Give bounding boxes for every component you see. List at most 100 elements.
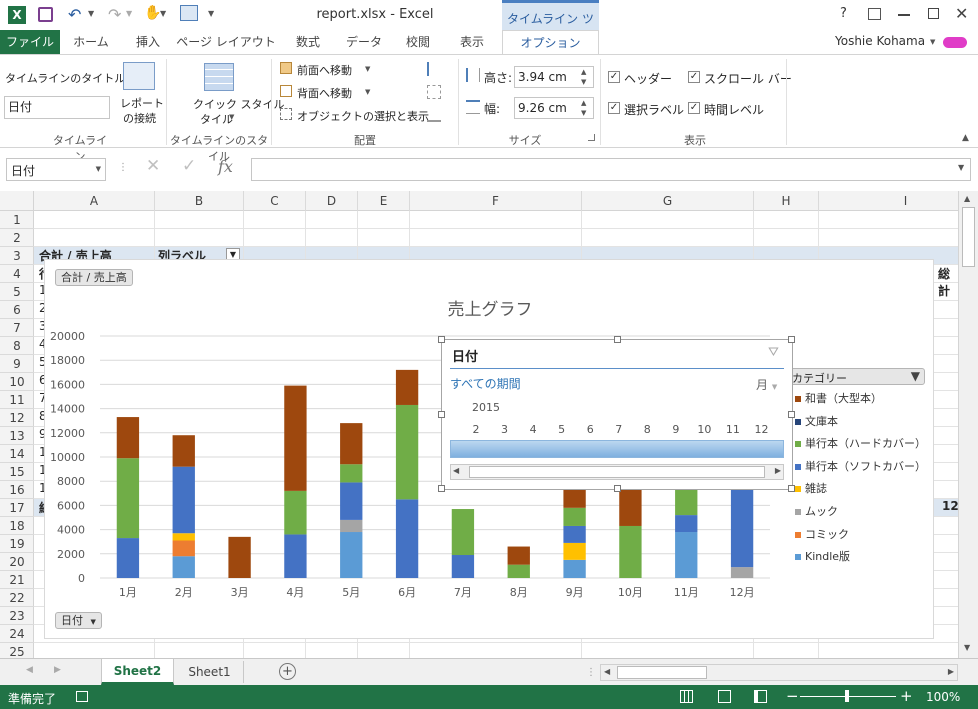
macro-record-icon[interactable] [76, 691, 88, 702]
row-header-20[interactable]: 20 [0, 553, 34, 571]
bring-forward-dropdown-icon[interactable]: ▼ [365, 65, 370, 73]
select-all-corner[interactable] [0, 191, 34, 211]
column-header-h[interactable]: H [754, 191, 819, 211]
resize-handle[interactable] [788, 411, 795, 418]
timeline-month-label[interactable]: 3 [491, 423, 519, 436]
bring-forward-icon[interactable] [280, 62, 292, 74]
row-header-9[interactable]: 9 [0, 355, 34, 373]
row-header-15[interactable]: 15 [0, 463, 34, 481]
tab-file[interactable]: ファイル [0, 30, 60, 54]
horizontal-scrollbar[interactable]: ◀ ▶ [600, 664, 958, 681]
save-icon[interactable] [38, 7, 53, 22]
customize-qat-icon[interactable] [180, 5, 198, 21]
prev-sheet-icon[interactable]: ◀ [26, 665, 33, 675]
tab-formulas[interactable]: 数式 [280, 30, 336, 54]
sheet-tab-sheet2[interactable]: Sheet2 [101, 659, 174, 685]
zoom-in-button[interactable]: + [900, 687, 913, 705]
tab-options[interactable]: オプション [502, 30, 599, 55]
timeline-month-label[interactable]: 10 [690, 423, 718, 436]
resize-handle[interactable] [788, 336, 795, 343]
send-backward-icon[interactable] [280, 85, 292, 97]
enter-icon[interactable]: ✓ [182, 156, 196, 176]
timeline-month-label[interactable]: 7 [605, 423, 633, 436]
resize-handle[interactable] [438, 411, 445, 418]
resize-handle[interactable] [438, 336, 445, 343]
timeline-month-label[interactable]: 9 [662, 423, 690, 436]
header-checkbox[interactable]: ✓ [608, 71, 620, 83]
row-header-16[interactable]: 16 [0, 481, 34, 499]
column-header-d[interactable]: D [306, 191, 358, 211]
scrollbar-checkbox-label[interactable]: スクロール バー [704, 70, 792, 87]
page-break-view-icon[interactable] [754, 690, 767, 703]
name-box[interactable]: 日付 ▼ [6, 158, 106, 181]
timeline-scrollbar[interactable]: ◀ ▶ [450, 464, 784, 480]
row-header-24[interactable]: 24 [0, 625, 34, 643]
column-header-b[interactable]: B [155, 191, 244, 211]
height-spinner-icon[interactable]: ▲ ▼ [581, 67, 586, 87]
minimize-button[interactable] [898, 14, 910, 16]
normal-view-icon[interactable] [680, 690, 693, 703]
user-dropdown-icon[interactable]: ▼ [930, 38, 935, 46]
column-header-f[interactable]: F [410, 191, 582, 211]
undo-icon[interactable]: ↶ [68, 5, 81, 24]
scroll-right-icon[interactable]: ▶ [775, 466, 781, 475]
rotate-icon[interactable] [427, 108, 441, 122]
row-header-23[interactable]: 23 [0, 607, 34, 625]
timeline-month-label[interactable]: 2 [462, 423, 490, 436]
sheet-tab-sheet1[interactable]: Sheet1 [176, 661, 244, 683]
tab-insert[interactable]: 挿入 [122, 30, 174, 54]
size-dialog-launcher-icon[interactable] [588, 134, 595, 141]
row-header-22[interactable]: 22 [0, 589, 34, 607]
help-button[interactable]: ? [840, 6, 847, 21]
row-header-14[interactable]: 14 [0, 445, 34, 463]
cell-j17[interactable]: 12 [942, 499, 958, 513]
row-header-19[interactable]: 19 [0, 535, 34, 553]
ribbon-display-icon[interactable] [868, 8, 881, 20]
row-header-1[interactable]: 1 [0, 211, 34, 229]
row-header-12[interactable]: 12 [0, 409, 34, 427]
align-icon[interactable] [427, 62, 441, 76]
column-header-e[interactable]: E [358, 191, 410, 211]
timeline-month-label[interactable]: 8 [633, 423, 661, 436]
quick-styles-dropdown-icon[interactable]: ▼ [229, 113, 234, 121]
row-header-11[interactable]: 11 [0, 391, 34, 409]
timeline-caption-input[interactable]: 日付 [4, 96, 110, 119]
group-icon[interactable] [427, 85, 441, 99]
redo-dropdown-icon[interactable]: ▼ [126, 9, 132, 18]
vertical-scroll-thumb[interactable] [962, 207, 975, 267]
scroll-up-icon[interactable]: ▲ [964, 194, 970, 203]
page-layout-view-icon[interactable] [718, 690, 731, 703]
bring-forward-button[interactable]: 前面へ移動 [297, 62, 352, 78]
selection-pane-icon[interactable] [280, 108, 292, 120]
selection-pane-button[interactable]: オブジェクトの選択と表示 [297, 108, 429, 124]
report-connections-label-2[interactable]: の接続 [123, 110, 156, 126]
send-backward-dropdown-icon[interactable]: ▼ [365, 88, 370, 96]
row-header-13[interactable]: 13 [0, 427, 34, 445]
timeline-month-label[interactable]: 11 [719, 423, 747, 436]
hscroll-thumb[interactable] [617, 666, 707, 679]
scroll-down-icon[interactable]: ▼ [964, 643, 970, 652]
timeline-month-label[interactable]: 5 [548, 423, 576, 436]
zoom-slider-thumb[interactable] [845, 690, 849, 702]
width-spinner-icon[interactable]: ▲ ▼ [581, 98, 586, 118]
column-header-g[interactable]: G [582, 191, 754, 211]
tab-data[interactable]: データ [338, 30, 390, 54]
column-header-i[interactable]: I [819, 191, 978, 211]
redo-icon[interactable]: ↷ [108, 5, 121, 24]
row-header-8[interactable]: 8 [0, 337, 34, 355]
tab-view[interactable]: 表示 [446, 30, 498, 54]
tab-page-layout[interactable]: ページ レイアウト [176, 30, 276, 54]
row-header-5[interactable]: 5 [0, 283, 34, 301]
name-box-dropdown-icon[interactable]: ▼ [96, 165, 101, 173]
header-checkbox-label[interactable]: ヘッダー [624, 70, 672, 87]
resize-handle[interactable] [614, 485, 621, 492]
quick-styles-icon[interactable] [204, 63, 234, 91]
formula-input[interactable] [251, 158, 971, 181]
scroll-thumb[interactable] [469, 466, 765, 478]
column-header-c[interactable]: C [244, 191, 306, 211]
row-header-2[interactable]: 2 [0, 229, 34, 247]
cancel-icon[interactable]: ✕ [146, 156, 160, 176]
resize-handle[interactable] [788, 485, 795, 492]
resize-handle[interactable] [614, 336, 621, 343]
next-sheet-icon[interactable]: ▶ [54, 665, 61, 675]
